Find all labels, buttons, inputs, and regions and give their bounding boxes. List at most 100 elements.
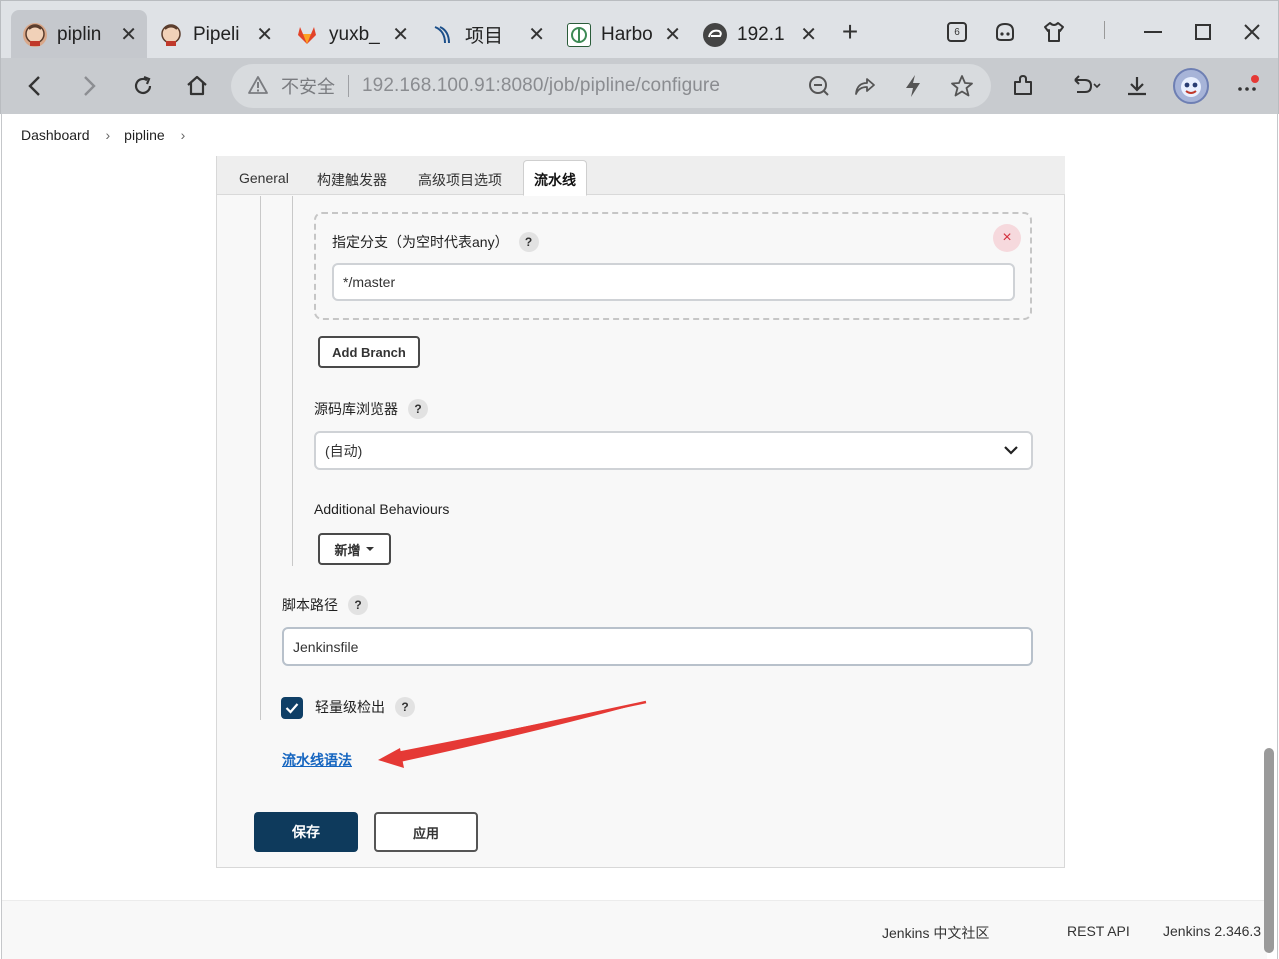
caret-down-icon bbox=[365, 547, 374, 551]
new-tab-button[interactable]: + bbox=[835, 16, 865, 47]
tab-advanced-options[interactable]: 高级项目选项 bbox=[418, 170, 502, 190]
footer-rest-api-link[interactable]: REST API bbox=[1067, 923, 1130, 939]
minimize-icon[interactable] bbox=[1138, 17, 1168, 47]
refresh-icon[interactable] bbox=[127, 70, 159, 102]
script-path-input[interactable]: Jenkinsfile bbox=[282, 627, 1033, 666]
browser-tab-bar: piplin ✕ Pipeli ✕ yuxb_ ✕ 项目 ✕ Harbo ✕ 1… bbox=[0, 0, 1279, 59]
more-options-icon[interactable] bbox=[1231, 70, 1263, 102]
chevron-down-icon bbox=[1003, 442, 1019, 461]
close-icon[interactable]: ✕ bbox=[664, 22, 681, 47]
help-icon[interactable]: ? bbox=[518, 232, 539, 252]
jenkins-icon bbox=[159, 23, 183, 47]
save-button[interactable]: 保存 bbox=[254, 812, 358, 852]
script-path-label-row: 脚本路径 ? bbox=[282, 595, 368, 615]
tab-pipeline[interactable]: 流水线 bbox=[523, 160, 587, 196]
close-window-icon[interactable] bbox=[1237, 17, 1267, 47]
add-behaviour-label: 新增 bbox=[334, 542, 361, 558]
apply-button[interactable]: 应用 bbox=[374, 812, 478, 852]
branch-label-row: 指定分支（为空时代表any） ? bbox=[332, 232, 539, 252]
branch-input[interactable]: */master bbox=[332, 263, 1015, 301]
section-guide-line bbox=[260, 196, 261, 720]
close-icon[interactable]: ✕ bbox=[120, 22, 137, 47]
back-icon[interactable] bbox=[19, 70, 51, 102]
toolbar-divider bbox=[1104, 21, 1105, 39]
bolt-icon[interactable] bbox=[903, 74, 923, 103]
help-icon[interactable]: ? bbox=[395, 697, 415, 717]
jenkins-icon bbox=[23, 22, 47, 47]
tab-title: Pipeli bbox=[193, 23, 240, 45]
gitlab-icon bbox=[295, 23, 319, 47]
copilot-icon[interactable] bbox=[990, 17, 1020, 47]
breadcrumb-dashboard[interactable]: Dashboard bbox=[21, 127, 90, 143]
branch-label: 指定分支（为空时代表any） bbox=[332, 234, 509, 250]
project-icon bbox=[431, 23, 455, 47]
config-panel: General 构建触发器 高级项目选项 流水线 指定分支（为空时代表any） … bbox=[216, 156, 1065, 868]
extensions-shirt-icon[interactable] bbox=[1039, 17, 1069, 47]
close-icon[interactable]: ✕ bbox=[392, 22, 409, 47]
script-path-label: 脚本路径 bbox=[282, 597, 338, 613]
repo-browser-select[interactable]: (自动) bbox=[314, 431, 1033, 470]
help-icon[interactable]: ? bbox=[408, 399, 428, 419]
insecure-label: 不安全 bbox=[281, 77, 335, 97]
browser-tab-pipeline[interactable]: Pipeli ✕ bbox=[147, 10, 283, 59]
harbor-icon bbox=[567, 22, 591, 47]
address-bar[interactable]: 不安全 192.168.100.91:8080/job/pipline/conf… bbox=[231, 64, 991, 108]
warning-icon bbox=[247, 75, 269, 100]
repo-browser-label-row: 源码库浏览器 ? bbox=[314, 399, 428, 419]
pipeline-syntax-link[interactable]: 流水线语法 bbox=[282, 750, 352, 770]
section-guide-line bbox=[292, 196, 293, 566]
address-divider bbox=[348, 75, 349, 97]
footer-version[interactable]: Jenkins 2.346.3 bbox=[1163, 923, 1261, 939]
page-footer: Jenkins 中文社区 REST API Jenkins 2.346.3 bbox=[2, 900, 1267, 959]
browser-tab-ip[interactable]: 192.1 ✕ bbox=[691, 10, 827, 59]
tab-title: 项目 bbox=[465, 26, 504, 47]
help-icon[interactable]: ? bbox=[348, 595, 368, 615]
download-icon[interactable] bbox=[1121, 70, 1153, 102]
config-tabs: General 构建触发器 高级项目选项 流水线 bbox=[217, 156, 1065, 196]
lightweight-checkout-checkbox[interactable] bbox=[281, 697, 303, 719]
forward-icon[interactable] bbox=[73, 70, 105, 102]
browser-tab-harbor[interactable]: Harbo ✕ bbox=[555, 10, 691, 59]
jenkins-page: Dashboard › pipline › General 构建触发器 高级项目… bbox=[1, 114, 1278, 959]
address-url[interactable]: 192.168.100.91:8080/job/pipline/configur… bbox=[362, 75, 720, 97]
lightweight-checkout-label: 轻量级检出 bbox=[315, 699, 385, 715]
browser-tab-piplin[interactable]: piplin ✕ bbox=[11, 10, 147, 59]
browser-toolbar: 不安全 192.168.100.91:8080/job/pipline/conf… bbox=[0, 58, 1279, 114]
tab-general[interactable]: General bbox=[239, 170, 289, 186]
close-icon[interactable]: ✕ bbox=[528, 22, 545, 47]
tab-title: yuxb_ bbox=[329, 23, 380, 45]
page-scrollbar[interactable] bbox=[1264, 748, 1274, 953]
repo-browser-value: (自动) bbox=[325, 442, 363, 459]
tab-count-icon: 6 bbox=[947, 22, 967, 42]
home-icon[interactable] bbox=[181, 70, 213, 102]
chevron-right-icon[interactable]: › bbox=[181, 127, 186, 143]
extensions-icon[interactable] bbox=[1007, 70, 1039, 102]
tab-build-triggers[interactable]: 构建触发器 bbox=[317, 170, 387, 190]
branch-specifier-box: 指定分支（为空时代表any） ? × */master bbox=[314, 212, 1032, 320]
additional-behaviours-label: Additional Behaviours bbox=[314, 501, 450, 517]
additional-behaviours-row: Additional Behaviours bbox=[314, 501, 449, 517]
breadcrumb-pipline[interactable]: pipline bbox=[124, 127, 164, 143]
footer-community-link[interactable]: Jenkins 中文社区 bbox=[882, 923, 989, 943]
tab-count-button[interactable]: 6 bbox=[942, 17, 972, 47]
browser-tab-gitlab[interactable]: yuxb_ ✕ bbox=[283, 10, 419, 59]
checkmark-icon bbox=[285, 703, 299, 714]
browser-tab-project[interactable]: 项目 ✕ bbox=[419, 10, 555, 59]
profile-avatar[interactable] bbox=[1173, 68, 1209, 104]
favorite-star-icon[interactable] bbox=[950, 74, 974, 103]
lightweight-checkout-label-row: 轻量级检出 ? bbox=[315, 697, 415, 717]
zoom-out-icon[interactable] bbox=[807, 74, 831, 103]
maximize-icon[interactable] bbox=[1188, 17, 1218, 47]
remove-branch-button[interactable]: × bbox=[993, 224, 1021, 252]
tab-title: 192.1 bbox=[737, 23, 785, 45]
tab-title: Harbo bbox=[601, 23, 653, 45]
close-icon[interactable]: ✕ bbox=[800, 22, 817, 47]
section-guide-line bbox=[292, 530, 293, 564]
back-history-icon[interactable] bbox=[1064, 70, 1104, 102]
add-behaviour-button[interactable]: 新增 bbox=[318, 533, 391, 565]
repo-browser-label: 源码库浏览器 bbox=[314, 401, 398, 417]
close-icon[interactable]: ✕ bbox=[256, 22, 273, 47]
breadcrumb: Dashboard › pipline › bbox=[21, 127, 199, 143]
share-icon[interactable] bbox=[853, 74, 877, 103]
add-branch-button[interactable]: Add Branch bbox=[318, 336, 420, 368]
